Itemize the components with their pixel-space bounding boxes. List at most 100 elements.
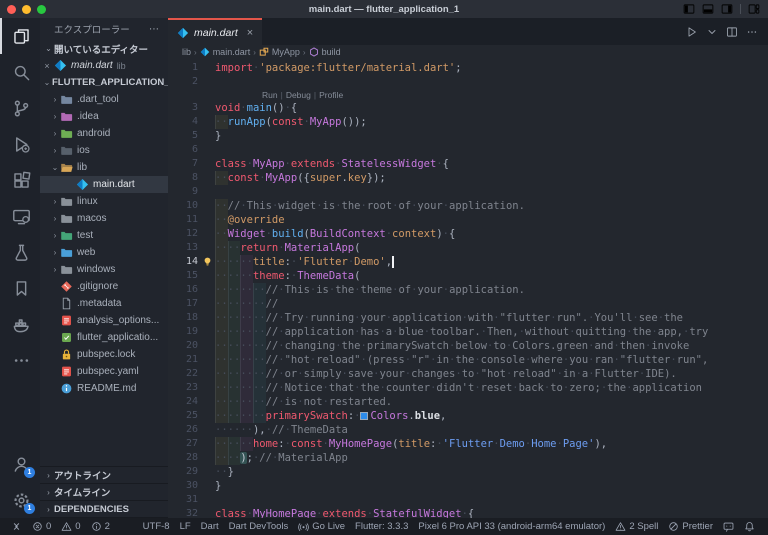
code-line-18[interactable]: 18········//·Try·running·your·applicatio…: [168, 311, 768, 325]
tree-item-pubspec.lock[interactable]: pubspec.lock: [40, 346, 168, 363]
sidebar-section-DEPENDENCIES[interactable]: ›DEPENDENCIES: [40, 501, 168, 518]
editor-more-actions-icon[interactable]: [746, 26, 758, 38]
status-language-mode[interactable]: Dart: [196, 518, 224, 535]
code-line-17[interactable]: 17········//: [168, 297, 768, 311]
code-line-3[interactable]: 3void·main()·{: [168, 101, 768, 115]
code-line-25[interactable]: 25········primarySwatch:·Colors.blue,: [168, 409, 768, 423]
code-line-22[interactable]: 22········//·or·simply·save·your·changes…: [168, 367, 768, 381]
codelens-debug[interactable]: Debug: [286, 90, 311, 100]
code-line-29[interactable]: 29··}: [168, 465, 768, 479]
code-line-13[interactable]: 13····return·MaterialApp(: [168, 241, 768, 255]
code-line-8[interactable]: 8··const·MyApp({super.key});: [168, 171, 768, 185]
code-line-11[interactable]: 11··@override: [168, 213, 768, 227]
toggle-secondary-sidebar-icon[interactable]: [721, 3, 733, 15]
activity-bar-item-settings[interactable]: 1: [0, 482, 40, 518]
status-infos[interactable]: 2: [86, 518, 115, 535]
code-line-31[interactable]: 31: [168, 493, 768, 507]
open-editor-item[interactable]: × main.dart lib: [40, 57, 168, 74]
tree-item-.gitignore[interactable]: .gitignore: [40, 278, 168, 295]
code-line-24[interactable]: 24········//·is·not·restarted.: [168, 395, 768, 409]
code-line-21[interactable]: 21········//·"hot·reload"·(press·"r"·in·…: [168, 353, 768, 367]
codelens-profile[interactable]: Profile: [319, 90, 343, 100]
code-line-7[interactable]: 7class·MyApp·extends·StatelessWidget·{: [168, 157, 768, 171]
code-line-19[interactable]: 19········//·application·has·a·blue·tool…: [168, 325, 768, 339]
open-editors-section-header[interactable]: ⌄ 開いているエディター: [40, 40, 168, 57]
activity-bar-item-explorer[interactable]: [0, 18, 40, 54]
tree-root-FLUTTER_APPLICATION_1[interactable]: ⌄FLUTTER_APPLICATION_1: [40, 74, 168, 91]
activity-bar-item-more-views[interactable]: [0, 342, 40, 378]
sidebar-section-タイムライン[interactable]: ›タイムライン: [40, 484, 168, 501]
breadcrumb-item-lib[interactable]: lib: [182, 47, 191, 57]
status-eol[interactable]: LF: [175, 518, 196, 535]
code-line-12[interactable]: 12··Widget·build(BuildContext·context)·{: [168, 227, 768, 241]
activity-bar-item-testing[interactable]: [0, 234, 40, 270]
code-line-9[interactable]: 9: [168, 185, 768, 199]
code-line-20[interactable]: 20········//·changing·the·primarySwatch·…: [168, 339, 768, 353]
tab-main.dart[interactable]: main.dart ×: [168, 18, 262, 45]
explorer-more-actions-icon[interactable]: ⋯: [149, 24, 160, 35]
status-remote-indicator[interactable]: [6, 518, 27, 535]
activity-bar-item-docker[interactable]: [0, 306, 40, 342]
tree-item-windows[interactable]: ›windows: [40, 261, 168, 278]
maximize-window-button[interactable]: [37, 5, 46, 14]
code-line-2[interactable]: 2: [168, 75, 768, 89]
code-line-5[interactable]: 5}: [168, 129, 768, 143]
code-line-30[interactable]: 30}: [168, 479, 768, 493]
status-device-selector[interactable]: Pixel 6 Pro API 33 (android-arm64 emulat…: [413, 518, 610, 535]
sidebar-section-アウトライン[interactable]: ›アウトライン: [40, 467, 168, 484]
status-flutter-version[interactable]: Flutter: 3.3.3: [350, 518, 413, 535]
close-window-button[interactable]: [7, 5, 16, 14]
tree-item-README.md[interactable]: README.md: [40, 380, 168, 397]
toggle-primary-sidebar-icon[interactable]: [683, 3, 695, 15]
code-line-6[interactable]: 6: [168, 143, 768, 157]
toggle-panel-icon[interactable]: [702, 3, 714, 15]
breadcrumb-item-MyApp[interactable]: MyApp: [259, 47, 300, 57]
tree-item-.dart_tool[interactable]: ›.dart_tool: [40, 91, 168, 108]
status-feedback[interactable]: [718, 518, 739, 535]
code-line-4[interactable]: 4··runApp(const·MyApp());: [168, 115, 768, 129]
status-errors[interactable]: 0: [27, 518, 56, 535]
tree-item-web[interactable]: ›web: [40, 244, 168, 261]
activity-bar-item-bookmarks[interactable]: [0, 270, 40, 306]
activity-bar-item-search[interactable]: [0, 54, 40, 90]
close-tab-icon[interactable]: ×: [247, 27, 253, 39]
code-line-10[interactable]: 10··//·This·widget·is·the·root·of·your·a…: [168, 199, 768, 213]
tree-item-macos[interactable]: ›macos: [40, 210, 168, 227]
tree-item-ios[interactable]: ›ios: [40, 142, 168, 159]
code-line-32[interactable]: 32class·MyHomePage·extends·StatefulWidge…: [168, 507, 768, 518]
code-line-1[interactable]: 1import·'package:flutter/material.dart';: [168, 61, 768, 75]
window-controls[interactable]: [7, 5, 46, 14]
status-notifications[interactable]: [739, 518, 760, 535]
minimize-window-button[interactable]: [22, 5, 31, 14]
tree-item-test[interactable]: ›test: [40, 227, 168, 244]
code-line-16[interactable]: 16········//·This·is·the·theme·of·your·a…: [168, 283, 768, 297]
tree-item-.metadata[interactable]: .metadata: [40, 295, 168, 312]
status-encoding[interactable]: UTF-8: [138, 518, 175, 535]
tree-item-.idea[interactable]: ›.idea: [40, 108, 168, 125]
breadcrumb-item-build[interactable]: build: [309, 47, 341, 57]
tree-item-lib[interactable]: ⌄lib: [40, 159, 168, 176]
tree-item-main.dart[interactable]: main.dart: [40, 176, 168, 193]
activity-bar-item-run-and-debug[interactable]: [0, 126, 40, 162]
status-warnings[interactable]: 0: [56, 518, 85, 535]
breadcrumb-item-main.dart[interactable]: main.dart: [200, 47, 251, 57]
status-go-live[interactable]: Go Live: [293, 518, 350, 535]
status-dart-devtools[interactable]: Dart DevTools: [224, 518, 294, 535]
run-or-debug-icon[interactable]: [686, 26, 698, 38]
codelens-run[interactable]: Run: [262, 90, 278, 100]
tree-item-linux[interactable]: ›linux: [40, 193, 168, 210]
customize-layout-icon[interactable]: [748, 3, 760, 15]
tree-item-android[interactable]: ›android: [40, 125, 168, 142]
lightbulb-icon[interactable]: [202, 255, 215, 269]
status-prettier[interactable]: Prettier: [663, 518, 718, 535]
code-line-27[interactable]: 27······home:·const·MyHomePage(title:·'F…: [168, 437, 768, 451]
run-dropdown-chevron-icon[interactable]: [706, 26, 718, 38]
code-line-23[interactable]: 23········//·Notice·that·the·counter·did…: [168, 381, 768, 395]
activity-bar-item-source-control[interactable]: [0, 90, 40, 126]
code-line-28[interactable]: 28····);·//·MaterialApp: [168, 451, 768, 465]
tree-item-pubspec.yaml[interactable]: pubspec.yaml: [40, 363, 168, 380]
tree-item-flutter_applicatio...[interactable]: flutter_applicatio...: [40, 329, 168, 346]
status-spell-checker[interactable]: 2 Spell: [610, 518, 663, 535]
code-editor[interactable]: 1import·'package:flutter/material.dart';…: [168, 59, 768, 518]
tree-item-analysis_options...[interactable]: analysis_options...: [40, 312, 168, 329]
